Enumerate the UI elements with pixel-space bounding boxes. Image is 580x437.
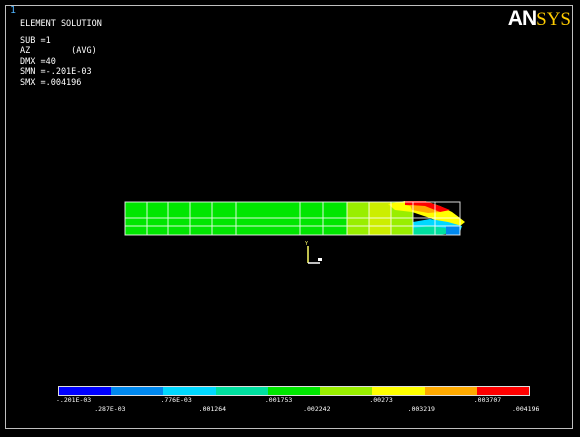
legend-label-top: -.201E-03: [56, 396, 92, 404]
legend-label-top: .003707: [473, 396, 502, 404]
legend-segment: [320, 387, 373, 395]
legend-segment: [424, 387, 477, 395]
legend-segment: [215, 387, 268, 395]
legend-label-bottom: .002242: [303, 405, 331, 413]
legend-label-top: .001753: [264, 396, 293, 404]
legend-label-bottom: .287E-03: [94, 405, 126, 413]
legend-label-top: .776E-03: [160, 396, 192, 404]
legend-label-bottom: .004196: [512, 405, 540, 413]
axis-triad-icon: Y: [305, 241, 322, 264]
fem-model-plot[interactable]: Y: [0, 0, 580, 437]
legend-segment: [111, 387, 164, 395]
legend-label-bottom: .003219: [407, 405, 435, 413]
legend-label-bottom: .001264: [198, 405, 227, 413]
legend-segment: [59, 387, 112, 395]
legend-segment: [372, 387, 425, 395]
contour-legend-bar: [58, 386, 530, 396]
legend-segment: [267, 387, 321, 395]
model-region-blue: [446, 226, 460, 235]
svg-text:Y: Y: [305, 241, 308, 247]
legend-label-top: .00273: [369, 396, 393, 404]
legend-segment: [163, 387, 216, 395]
legend-segment: [476, 387, 529, 395]
